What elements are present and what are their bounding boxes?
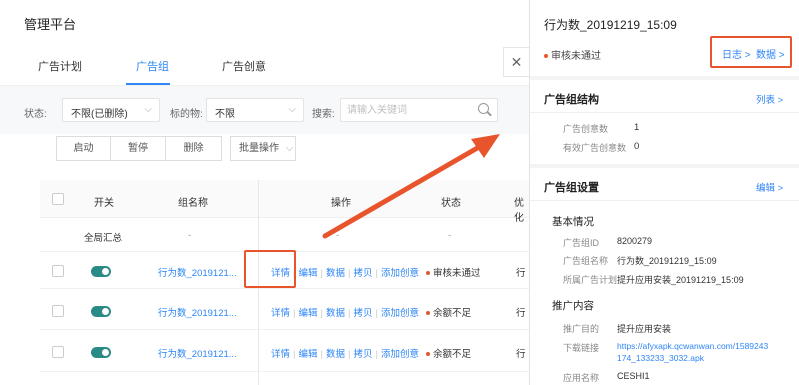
page: 管理平台 广告计划 广告组 广告创意 状态: 不限(已删除) ⌵ 标的物: 不限… — [0, 0, 799, 385]
annotation-arrow — [322, 134, 500, 239]
arrow-head — [471, 134, 500, 158]
arrow-shaft — [322, 140, 489, 239]
